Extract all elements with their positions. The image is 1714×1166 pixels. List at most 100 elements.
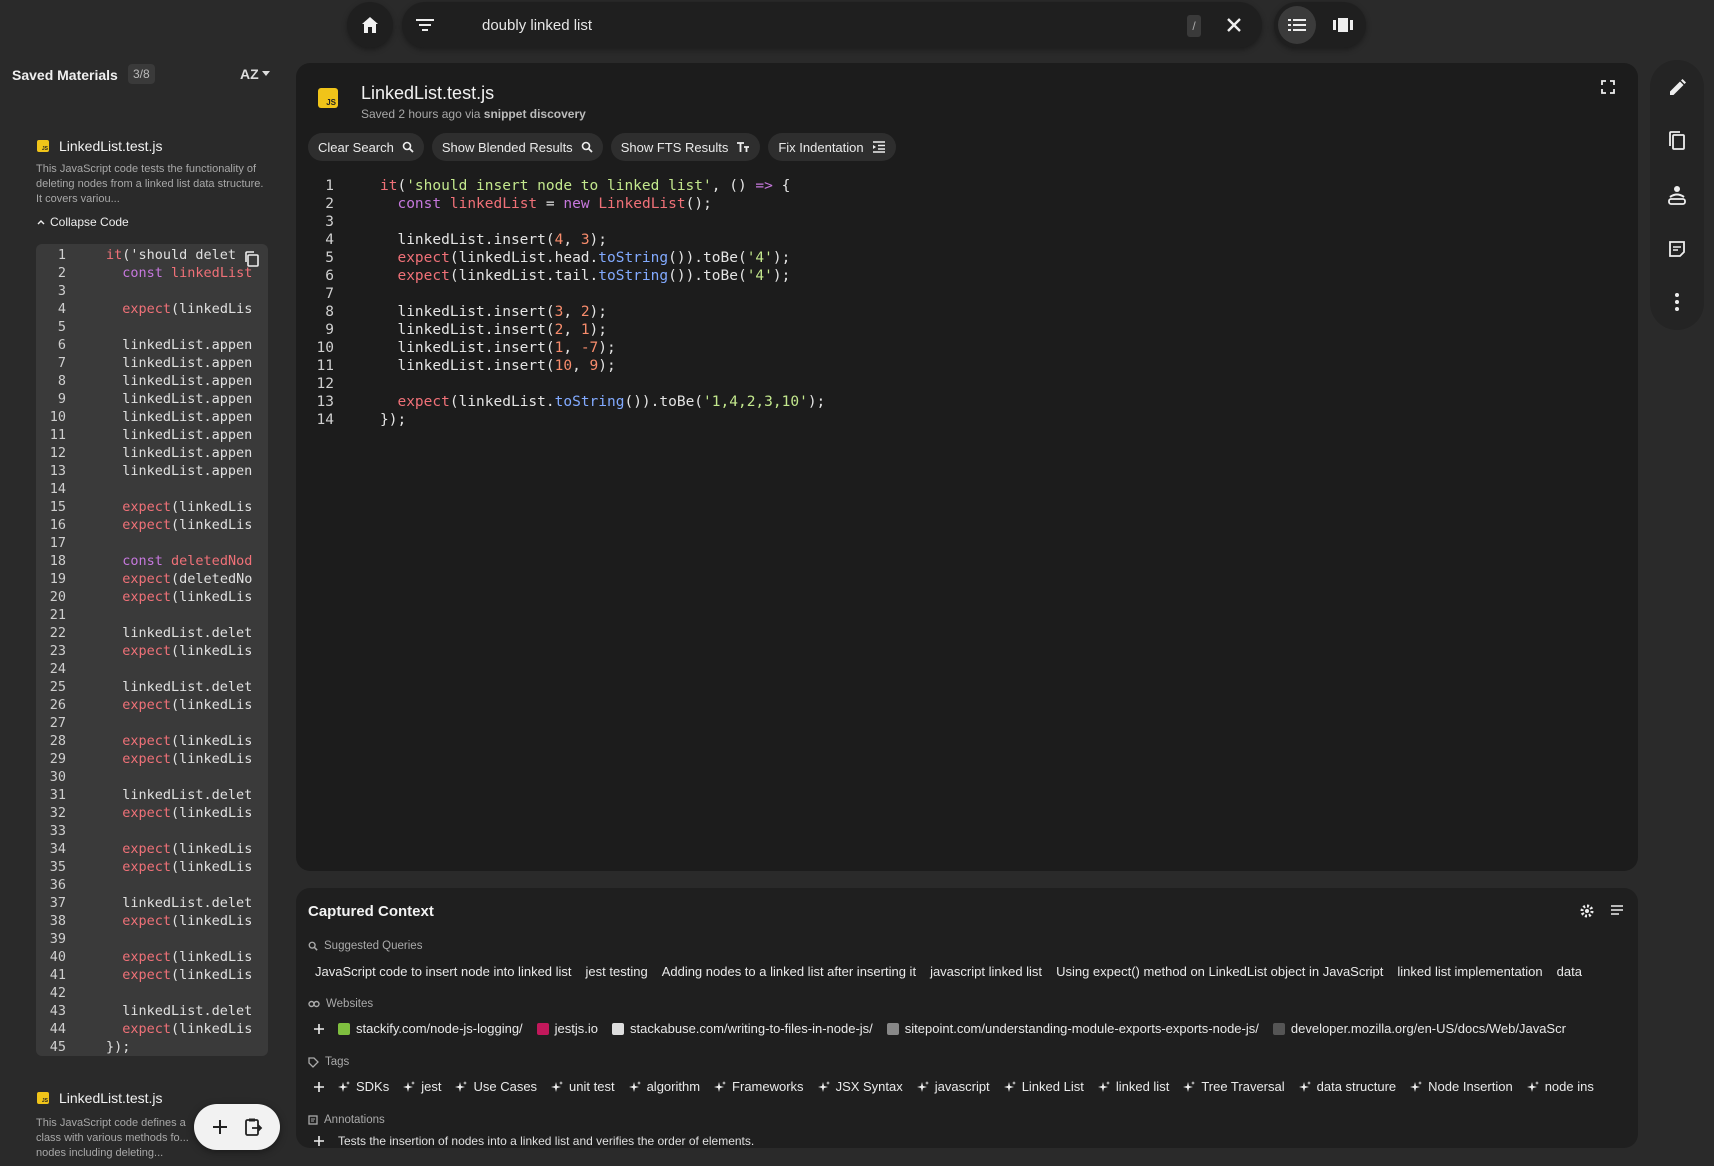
sparkle-icon (1097, 1080, 1110, 1092)
line-number: 11 (49, 427, 66, 443)
sidebar-item-label: LinkedList.test.js (59, 138, 163, 154)
website-link[interactable]: stackabuse.com/writing-to-files-in-node-… (612, 1021, 873, 1036)
code-line: linkedList.appen (106, 463, 253, 479)
line-number: 4 (325, 232, 334, 248)
add-annotation-icon[interactable] (314, 1136, 324, 1146)
line-number: 9 (57, 391, 66, 407)
suggested-queries-row: JavaScript code to insert node into link… (315, 964, 1638, 979)
sidebar-item-title[interactable]: LinkedList.test.js (37, 138, 163, 154)
copy-icon[interactable] (243, 250, 261, 268)
edit-button[interactable] (1650, 68, 1704, 108)
mini-code-preview[interactable]: 1 2 3 4 5 6 7 8 9 10 11 12 13 14 15 16 17 18 19 20 21 22 23 24 2… (36, 244, 268, 1056)
fts-results-chip[interactable]: Show FTS Results (610, 133, 761, 161)
website-link[interactable]: sitepoint.com/understanding-module-expor… (886, 1021, 1259, 1036)
tag-chip[interactable]: Linked List (1003, 1079, 1084, 1094)
code-line: linkedList.appen (106, 337, 253, 353)
clear-search-button[interactable] (1222, 13, 1246, 37)
add-icon[interactable] (314, 1023, 324, 1034)
tag-chip[interactable]: JSX Syntax (817, 1079, 903, 1094)
share-button[interactable] (1650, 175, 1704, 215)
clear-search-chip[interactable]: Clear Search (308, 133, 424, 161)
line-number: 24 (49, 661, 66, 677)
copy-button[interactable] (1650, 121, 1704, 161)
sidebar-item-title[interactable]: LinkedList.test.js (37, 1090, 163, 1106)
tag-chip[interactable]: Use Cases (455, 1079, 537, 1094)
suggested-query[interactable]: JavaScript code to insert node into link… (315, 964, 572, 979)
code-line: }); (380, 412, 407, 428)
tag-chip[interactable]: SDKs (338, 1079, 389, 1094)
line-number: 29 (49, 751, 66, 767)
add-icon[interactable] (314, 1081, 324, 1092)
code-line: linkedList.insert(2, 1); (380, 322, 608, 338)
line-number: 14 (316, 412, 334, 428)
more-options-button[interactable] (1650, 282, 1704, 322)
blended-results-chip[interactable]: Show Blended Results (431, 133, 603, 161)
suggested-query[interactable]: javascript linked list (930, 964, 1042, 979)
code-line: expect(linkedLis (122, 751, 253, 767)
line-number: 3 (57, 283, 66, 299)
tag-chip[interactable]: jest (403, 1079, 441, 1094)
line-number: 28 (49, 733, 66, 749)
tag-chip[interactable]: Tree Traversal (1183, 1079, 1285, 1094)
line-number: 2 (57, 265, 66, 281)
websites-label: Websites (308, 998, 373, 1010)
shortcut-key-badge: / (1187, 15, 1201, 37)
line-number: 8 (325, 304, 334, 320)
tag-chip[interactable]: javascript (916, 1079, 990, 1094)
notes-button[interactable] (1650, 229, 1704, 269)
website-url: developer.mozilla.org/en-US/docs/Web/Jav… (1290, 1021, 1566, 1036)
context-title: Captured Context (308, 903, 434, 920)
tag-chip[interactable]: algorithm (628, 1079, 700, 1094)
list-view-button[interactable] (1278, 6, 1316, 44)
tag-chip[interactable]: data structure (1298, 1079, 1396, 1094)
website-link[interactable]: jestjs.io (536, 1021, 598, 1036)
line-number: 10 (316, 340, 334, 356)
saved-info: Saved 2 hours ago via snippet discovery (361, 107, 586, 121)
paste-from-clipboard-icon[interactable] (243, 1117, 263, 1137)
website-link[interactable]: stackify.com/node-js-logging/ (338, 1021, 523, 1036)
tag-chip[interactable]: node ins (1526, 1079, 1594, 1094)
fullscreen-icon[interactable] (1600, 79, 1616, 95)
filter-button[interactable] (402, 2, 448, 48)
line-number: 7 (57, 355, 66, 371)
sort-button[interactable]: AZ (240, 66, 270, 82)
suggested-query[interactable]: Using expect() method on LinkedList obje… (1056, 964, 1383, 979)
website-link[interactable]: developer.mozilla.org/en-US/docs/Web/Jav… (1272, 1021, 1566, 1036)
suggested-query[interactable]: data (1557, 964, 1582, 979)
tags-text: Tags (325, 1056, 350, 1068)
sidebar-item-label: LinkedList.test.js (59, 1090, 163, 1106)
line-number: 1 (57, 247, 66, 263)
settings-gear-icon[interactable] (1580, 904, 1594, 918)
code-line: linkedList.insert(3, 2); (380, 304, 608, 320)
home-button[interactable] (347, 2, 393, 48)
suggested-query[interactable]: jest testing (586, 964, 648, 979)
tag-chip[interactable]: Frameworks (714, 1079, 804, 1094)
tag-label: node ins (1544, 1079, 1594, 1094)
annotation-item[interactable]: Tests the insertion of nodes into a link… (338, 1134, 754, 1148)
link-icon (308, 1000, 320, 1008)
tag-chip[interactable]: Node Insertion (1410, 1079, 1513, 1094)
sidebar-item-description: This JavaScript code tests the functiona… (36, 163, 264, 205)
collapse-code-button[interactable]: Collapse Code (37, 215, 129, 229)
details-lines-icon[interactable] (1610, 904, 1624, 916)
suggested-query[interactable]: linked list implementation (1397, 964, 1542, 979)
add-icon[interactable] (211, 1118, 229, 1136)
fts-results-label: Show FTS Results (620, 139, 729, 155)
code-line: expect(linkedLis (122, 301, 253, 317)
code-line: linkedList.appen (106, 355, 253, 371)
code-line: const deletedNod (122, 553, 253, 569)
suggested-query[interactable]: Adding nodes to a linked list after inse… (662, 964, 916, 979)
sparkle-icon (1183, 1080, 1196, 1092)
tag-chip[interactable]: linked list (1097, 1079, 1169, 1094)
search-input[interactable] (482, 16, 1182, 34)
tag-chip[interactable]: unit test (551, 1079, 615, 1094)
carousel-view-button[interactable] (1324, 6, 1362, 44)
fix-indentation-chip[interactable]: Fix Indentation (768, 133, 896, 161)
annotations-label: Annotations (308, 1114, 385, 1126)
tag-label: Use Cases (473, 1079, 538, 1094)
